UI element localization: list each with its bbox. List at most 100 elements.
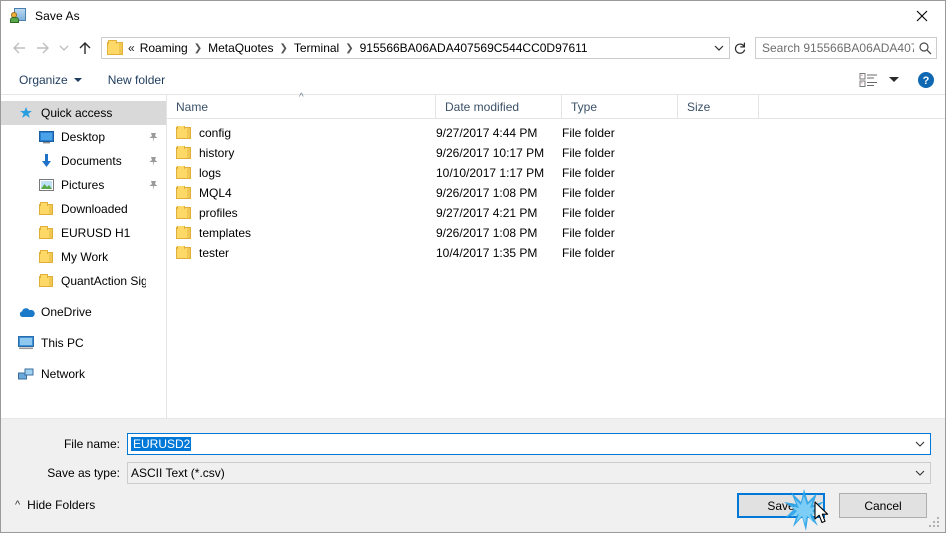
navigation-bar: « Roaming ❯ MetaQuotes ❯ Terminal ❯ 9155…	[1, 31, 945, 65]
search-input[interactable]: Search 915566BA06ADA40756...	[756, 41, 914, 55]
table-row[interactable]: tester 10/4/2017 1:35 PM File folder	[167, 243, 945, 263]
breadcrumb-item-roaming[interactable]: Roaming	[140, 41, 188, 55]
breadcrumb-separator-icon: ❯	[345, 42, 354, 54]
file-type-cell: File folder	[562, 226, 615, 240]
sidebar-item-eurusd-h1[interactable]: EURUSD H1	[1, 221, 166, 245]
recent-locations-button[interactable]	[55, 36, 73, 60]
file-date-cell: 9/26/2017 1:08 PM	[436, 226, 538, 240]
hide-folders-button[interactable]: ^ Hide Folders	[15, 498, 95, 512]
sidebar-item-downloaded[interactable]: Downloaded	[1, 197, 166, 221]
arrow-left-icon	[13, 42, 25, 54]
sidebar-item-desktop[interactable]: Desktop	[1, 125, 166, 149]
sidebar-item-label: OneDrive	[41, 305, 92, 319]
up-button[interactable]	[73, 36, 97, 60]
file-date-cell: 9/27/2017 4:44 PM	[436, 126, 538, 140]
hide-folders-label: Hide Folders	[27, 498, 96, 512]
new-folder-button[interactable]: New folder	[108, 73, 165, 87]
address-bar[interactable]: « Roaming ❯ MetaQuotes ❯ Terminal ❯ 9155…	[101, 37, 730, 59]
folder-icon	[37, 249, 55, 265]
column-header-name[interactable]: Name	[167, 95, 436, 118]
table-row[interactable]: profiles 9/27/2017 4:21 PM File folder	[167, 203, 945, 223]
sidebar-item-network[interactable]: Network	[1, 362, 166, 386]
save-as-type-select[interactable]: ASCII Text (*.csv)	[127, 462, 931, 484]
sidebar-item-pictures[interactable]: Pictures	[1, 173, 166, 197]
table-row[interactable]: logs 10/10/2017 1:17 PM File folder	[167, 163, 945, 183]
folder-icon	[176, 146, 191, 159]
folder-icon	[176, 126, 191, 139]
file-type-cell: File folder	[562, 126, 615, 140]
breadcrumb-item-terminal[interactable]: Terminal	[294, 41, 339, 55]
folder-icon	[37, 201, 55, 217]
sidebar-item-onedrive[interactable]: OneDrive	[1, 300, 166, 324]
file-name-value[interactable]: EURUSD2	[128, 437, 910, 451]
table-row[interactable]: MQL4 9/26/2017 1:08 PM File folder	[167, 183, 945, 203]
file-name-cell: config	[167, 126, 436, 140]
folder-icon	[176, 166, 191, 179]
file-name-dropdown-button[interactable]	[910, 440, 930, 448]
breadcrumb-item-current[interactable]: 915566BA06ADA407569C544CC0D97611	[360, 41, 588, 55]
breadcrumb-overflow[interactable]: «	[128, 41, 135, 55]
back-button[interactable]	[7, 36, 31, 60]
column-header-size[interactable]: Size	[678, 95, 759, 118]
chevron-up-icon: ^	[15, 498, 21, 511]
help-button[interactable]: ?	[917, 71, 935, 89]
desktop-icon	[37, 129, 55, 145]
file-name-input[interactable]: EURUSD2	[127, 433, 931, 455]
file-name-selected-text[interactable]: EURUSD2	[131, 437, 192, 451]
file-name-label: tester	[199, 246, 230, 260]
sidebar-item-this-pc[interactable]: This PC	[1, 331, 166, 355]
save-as-type-value: ASCII Text (*.csv)	[131, 466, 225, 480]
column-header-type[interactable]: Type	[562, 95, 678, 118]
sidebar-item-quick-access[interactable]: Quick access	[1, 101, 166, 125]
dialog-buttons: Save Cancel	[737, 493, 927, 518]
view-layout-icon	[859, 72, 877, 87]
forward-button[interactable]	[31, 36, 55, 60]
resize-grip[interactable]	[929, 517, 941, 529]
cancel-button[interactable]: Cancel	[839, 493, 927, 518]
column-header-date-modified[interactable]: Date modified	[436, 95, 562, 118]
folder-icon	[37, 225, 55, 241]
save-button[interactable]: Save	[737, 493, 825, 518]
sidebar-item-label: Desktop	[61, 130, 106, 144]
navigation-sidebar[interactable]: Quick access Desktop Documents Pictures …	[1, 95, 167, 418]
table-row[interactable]: templates 9/26/2017 1:08 PM File folder	[167, 223, 945, 243]
column-header-label: Name	[176, 99, 209, 114]
cancel-button-label: Cancel	[864, 498, 902, 513]
documents-icon	[37, 153, 55, 169]
pictures-icon	[37, 177, 55, 193]
organize-button[interactable]: Organize	[19, 73, 82, 87]
breadcrumb-item-metaquotes[interactable]: MetaQuotes	[208, 41, 273, 55]
chevron-down-icon	[73, 77, 82, 82]
dialog-body: Quick access Desktop Documents Pictures …	[1, 93, 945, 419]
refresh-button[interactable]	[730, 38, 750, 58]
thispc-icon	[17, 335, 35, 351]
sidebar-item-my-work[interactable]: My Work	[1, 245, 166, 269]
close-button[interactable]	[899, 1, 945, 31]
pin-icon	[146, 132, 160, 143]
close-icon	[916, 10, 928, 22]
file-date-cell: 9/26/2017 10:17 PM	[436, 146, 545, 160]
folder-icon	[176, 246, 191, 259]
command-toolbar: Organize New folder ?	[1, 65, 945, 95]
arrow-up-icon	[79, 41, 91, 54]
file-type-cell: File folder	[562, 186, 615, 200]
sidebar-item-label: Quick access	[41, 106, 113, 120]
view-options-button[interactable]	[859, 72, 899, 88]
file-name-cell: history	[167, 146, 436, 160]
file-date-cell: 10/4/2017 1:35 PM	[436, 246, 538, 260]
search-box[interactable]: Search 915566BA06ADA40756...	[755, 37, 937, 59]
save-as-type-label: Save as type:	[47, 466, 120, 480]
save-as-type-dropdown-button[interactable]	[910, 469, 930, 477]
table-row[interactable]: config 9/27/2017 4:44 PM File folder	[167, 123, 945, 143]
column-headers: ^ Name Date modified Type Size	[167, 93, 945, 119]
title-bar: Save As	[1, 1, 945, 31]
save-as-app-icon	[10, 8, 27, 24]
sidebar-item-documents[interactable]: Documents	[1, 149, 166, 173]
chevron-down-icon	[915, 441, 925, 447]
file-name-label: config	[199, 126, 232, 140]
address-dropdown-button[interactable]	[709, 38, 729, 58]
table-row[interactable]: history 9/26/2017 10:17 PM File folder	[167, 143, 945, 163]
sidebar-item-quantaction-signal[interactable]: QuantAction Signal	[1, 269, 166, 293]
